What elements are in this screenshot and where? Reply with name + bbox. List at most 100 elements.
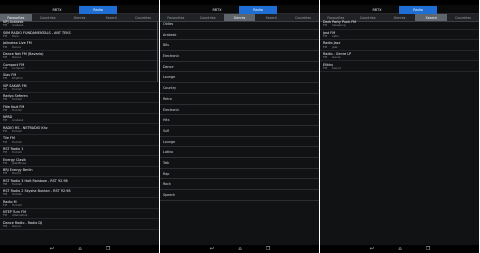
station-band: FM — [3, 44, 8, 49]
home-icon[interactable]: ⌂ — [396, 246, 404, 252]
station-band: FM — [323, 65, 328, 70]
home-icon[interactable]: ⌂ — [236, 246, 244, 252]
top-tab-4[interactable] — [120, 6, 154, 14]
genre-item[interactable]: Sufi — [160, 126, 319, 137]
app-screen: RBTX Radio Favourites Countries Genres S… — [0, 0, 159, 253]
genre-item[interactable]: Talk — [160, 158, 319, 169]
station-meta: FM Rhythm — [3, 76, 156, 81]
top-tab-4[interactable] — [440, 6, 474, 14]
station-genre: Rhythm — [12, 76, 23, 81]
genre-item[interactable]: Speech — [160, 190, 319, 201]
nav-bar: ↩ ⌂ ❐ — [0, 245, 159, 253]
genre-item[interactable]: Electronic — [160, 105, 319, 116]
station-meta: FM Sweeping — [323, 23, 476, 28]
genre-item[interactable]: Arabesk — [160, 30, 319, 41]
app-screen: RBTX Radio Favourites Countries Genres S… — [320, 0, 479, 253]
station-meta: FM Turkish — [3, 140, 156, 144]
station-meta: FM Jazz/Blues — [3, 160, 156, 165]
station-row[interactable]: NPJ Arabesk FM Arabesk — [0, 19, 159, 30]
station-meta: FM Turkish — [3, 150, 156, 155]
station-row[interactable]: RST Radio 3 Halt Rainbow - RST 92.98 FM Tu… — [0, 177, 159, 188]
station-genre: Turkish — [12, 107, 22, 112]
top-tab-4[interactable] — [280, 6, 314, 14]
genre-item[interactable]: Oldies — [160, 19, 319, 30]
station-genre: Arabesk — [12, 118, 24, 123]
recent-apps-icon[interactable]: ❐ — [424, 246, 432, 252]
genre-item[interactable]: Latino — [160, 147, 319, 158]
genre-item[interactable]: Country — [160, 83, 319, 94]
top-tab-1[interactable] — [5, 6, 35, 14]
station-band: FM — [323, 23, 328, 28]
station-row[interactable]: Radyo Seferen FM Turkish — [0, 93, 159, 104]
station-genre: Latin — [332, 34, 339, 39]
home-icon[interactable]: ⌂ — [76, 246, 84, 252]
top-tab-3[interactable]: Radio — [239, 6, 277, 14]
station-row[interactable]: NTEP Turn FM FM Alternative — [0, 209, 159, 220]
station-band: FM — [3, 34, 8, 39]
station-row[interactable]: Jost FM FM Latin — [320, 30, 479, 41]
top-tab-2[interactable]: RBTX — [38, 6, 76, 14]
station-band: FM — [3, 97, 8, 102]
station-band: FM — [3, 160, 8, 165]
station-row[interactable]: Radio M FM Turkish — [0, 198, 159, 209]
genre-item[interactable]: Rap — [160, 169, 319, 180]
station-row[interactable]: RST Radio 2 Skysha Buntan - RST 92.98 FM T… — [0, 188, 159, 199]
station-row[interactable]: Dance Net FM (Bavaria) FM Dance — [0, 51, 159, 62]
station-row[interactable]: Compact FM FM Compact — [0, 61, 159, 72]
station-meta: FM Arabesk — [3, 118, 156, 123]
station-row[interactable]: Radio - Genre LP FM Genre — [320, 51, 479, 62]
station-row[interactable]: Radio Jazz FM Jazz — [320, 40, 479, 51]
back-icon[interactable]: ↩ — [48, 246, 56, 252]
station-genre: Arabesk — [12, 23, 24, 28]
station-row[interactable]: Dance Radio - Radio DJ FM Dance — [0, 219, 159, 230]
back-icon[interactable]: ↩ — [368, 246, 376, 252]
station-row[interactable]: Energy Clasik FM Jazz/Blues — [0, 156, 159, 167]
genre-item[interactable]: Hits — [160, 115, 319, 126]
back-icon[interactable]: ↩ — [208, 246, 216, 252]
top-tab-1[interactable] — [325, 6, 355, 14]
station-meta: FM Alternative — [3, 213, 156, 218]
station-row[interactable]: RST Radio 1 FM Turkish — [0, 146, 159, 157]
station-meta: FM Turkish — [3, 192, 156, 197]
genre-item[interactable]: Lounge — [160, 137, 319, 148]
station-row[interactable]: RADIO RS - NETRADIO Khz FM Turkish — [0, 124, 159, 136]
station-row[interactable]: Elikhu FM Sound — [320, 61, 479, 72]
station-genre: Rock — [12, 34, 19, 39]
station-band: FM — [3, 192, 8, 197]
scrollbar[interactable] — [157, 22, 158, 82]
top-tab-3[interactable]: Radio — [399, 6, 437, 14]
recent-apps-icon[interactable]: ❐ — [264, 246, 272, 252]
genre-item[interactable]: Retro — [160, 94, 319, 105]
top-tab-2[interactable]: RBTX — [198, 6, 236, 14]
screenshot-search: RBTX Radio Favourites Countries Genres S… — [320, 0, 480, 253]
station-row[interactable]: Fitie Kozt FM FM Turkish — [0, 103, 159, 114]
station-genre: Alternative — [12, 213, 28, 218]
station-band: FM — [3, 150, 8, 155]
station-meta: FM Dance — [3, 171, 156, 176]
station-row[interactable]: Tiie FM FM Turkish — [0, 135, 159, 146]
genre-item[interactable]: Electronic — [160, 51, 319, 62]
recent-apps-icon[interactable]: ❐ — [104, 246, 112, 252]
genre-item[interactable]: Lounge — [160, 72, 319, 84]
genre-item[interactable]: Rock — [160, 179, 319, 190]
top-tab-2[interactable]: RBTX — [358, 6, 396, 14]
station-genre: Dance — [12, 171, 21, 176]
top-tab-3[interactable]: Radio — [79, 6, 117, 14]
station-genre: Dance — [12, 44, 21, 49]
station-meta: FM Jazz — [323, 45, 476, 49]
top-tab-1[interactable] — [165, 6, 195, 14]
station-row[interactable]: Jalinatea Live FM FM Dance — [0, 40, 159, 51]
station-row[interactable]: Dark Party Punk FM FM Sweeping — [320, 19, 479, 30]
station-row[interactable]: Siav FM FM Rhythm — [0, 72, 159, 83]
station-row[interactable]: NPAD FM Arabesk — [0, 114, 159, 125]
genre-item[interactable]: 80s — [160, 40, 319, 52]
station-genre: Turkish — [12, 128, 22, 133]
station-row[interactable]: SIIM RADIO FUNDAMENTALS - ANT TEKS FM Rock — [0, 30, 159, 41]
station-genre: Dance — [12, 55, 21, 60]
station-row[interactable]: BRJ Energy Berlin FM Dance — [0, 167, 159, 178]
station-band: FM — [3, 55, 8, 60]
station-band: FM — [3, 202, 8, 207]
genre-item[interactable]: Dance — [160, 62, 319, 73]
station-row[interactable]: ISP SAKAR FM FM Turkish — [0, 82, 159, 93]
station-genre: Genre — [332, 55, 341, 60]
